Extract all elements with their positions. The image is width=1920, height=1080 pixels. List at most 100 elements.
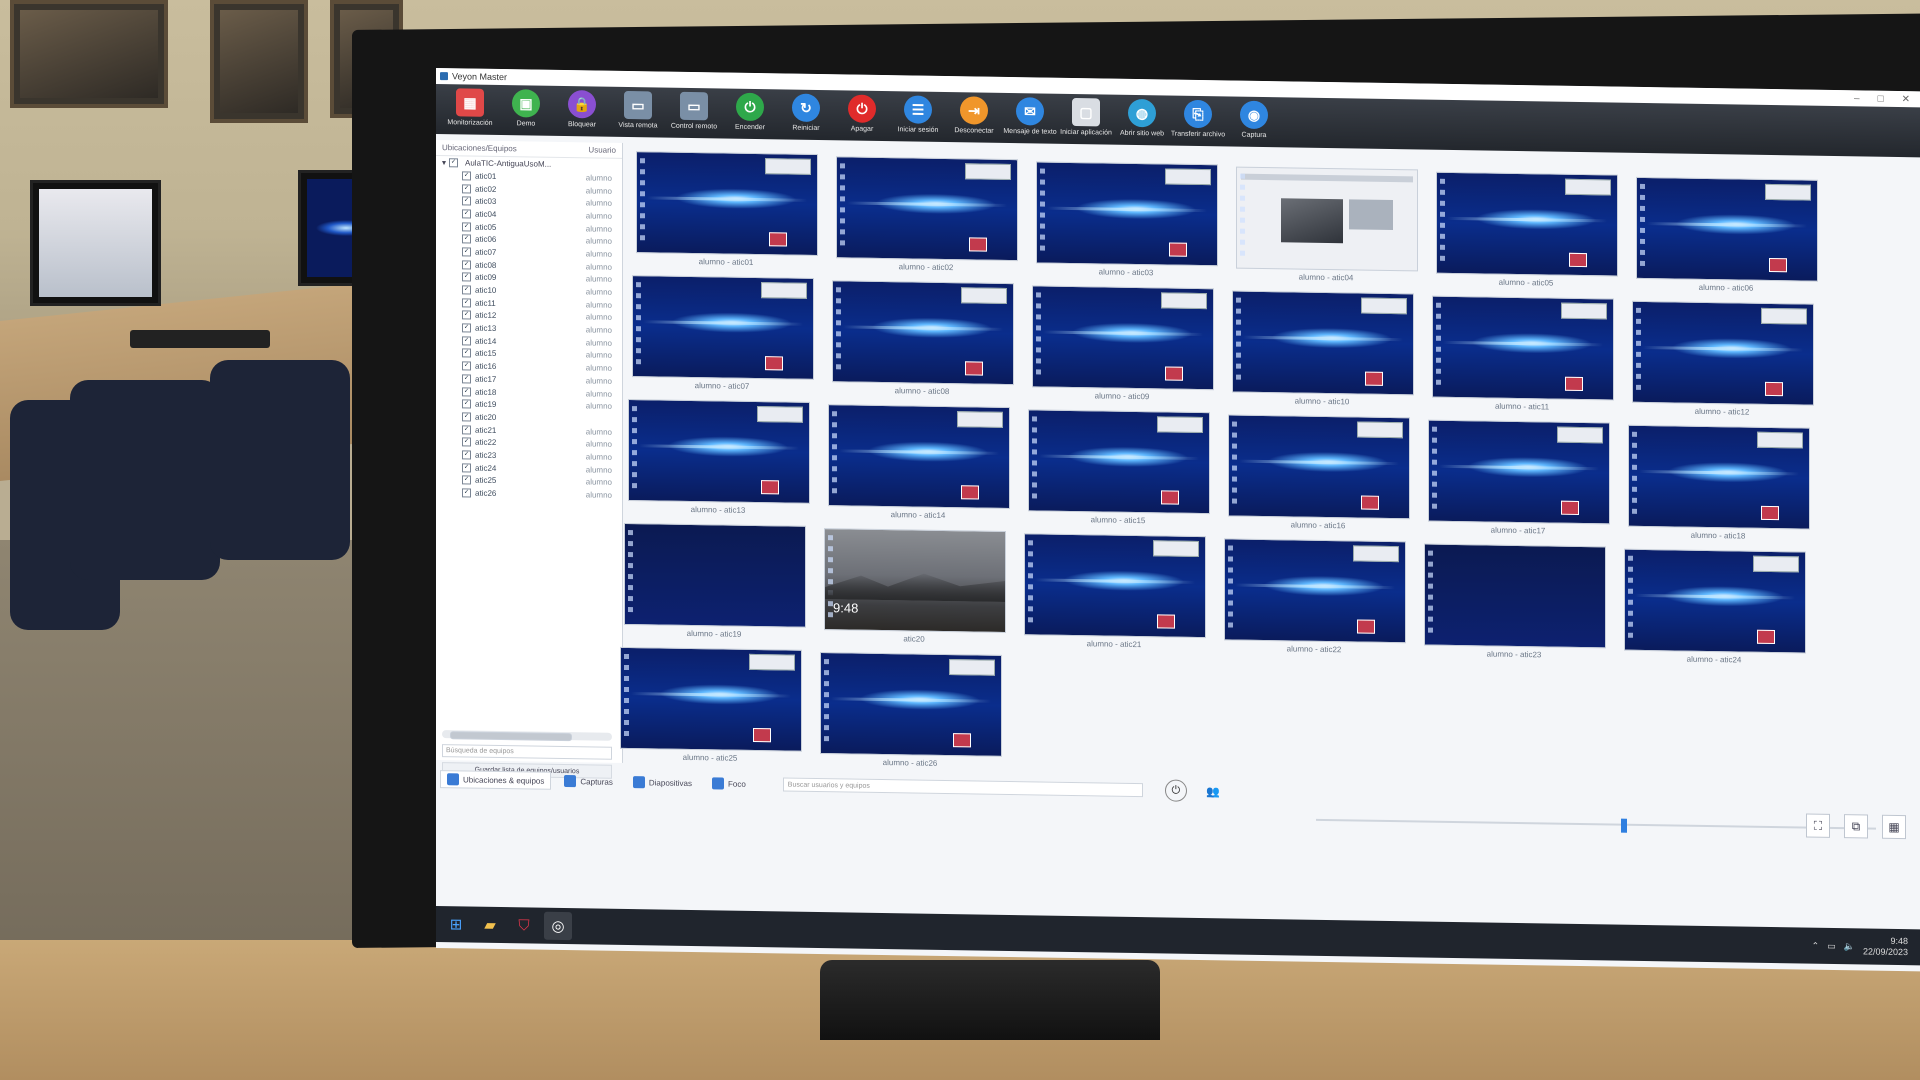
computer-checkbox[interactable]: ✓	[462, 196, 471, 206]
computer-tile[interactable]: alumno - atic12	[1632, 300, 1814, 422]
computer-checkbox[interactable]: ✓	[462, 222, 471, 232]
computer-tile[interactable]: alumno - atic23	[1424, 543, 1606, 665]
computer-tile[interactable]: alumno - atic13	[628, 399, 810, 520]
screen-thumbnail[interactable]	[1032, 285, 1214, 391]
screen-thumbnail[interactable]	[636, 151, 818, 257]
tree-row[interactable]: ✓ atic26 alumno	[436, 486, 622, 502]
veyon-taskbar-icon[interactable]: ◎	[544, 911, 572, 941]
computer-checkbox[interactable]: ✓	[462, 463, 471, 473]
computer-checkbox[interactable]: ✓	[462, 399, 471, 409]
search-input[interactable]: Buscar usuarios y equipos	[782, 777, 1143, 798]
maximize-icon[interactable]: □	[1878, 93, 1884, 104]
computer-checkbox[interactable]: ✓	[462, 412, 471, 422]
screen-thumbnail[interactable]	[628, 399, 810, 504]
toolbar-button-4[interactable]: ▭ Vista remota	[610, 87, 666, 138]
computer-checkbox[interactable]: ✓	[462, 260, 471, 270]
computer-tile[interactable]: alumno - atic16	[1228, 414, 1410, 535]
computer-checkbox[interactable]: ✓	[462, 323, 471, 333]
computer-checkbox[interactable]: ✓	[462, 361, 471, 371]
computer-checkbox[interactable]: ✓	[462, 374, 471, 384]
screen-thumbnail[interactable]	[1432, 295, 1614, 401]
network-icon[interactable]: ▭	[1827, 940, 1836, 951]
bottom-tab-3[interactable]: Diapositivas	[626, 773, 699, 792]
screen-thumbnail[interactable]	[1632, 300, 1814, 406]
grid-view-icon[interactable]: ▦	[1882, 814, 1906, 840]
screen-thumbnail[interactable]	[820, 652, 1002, 757]
horizontal-scrollbar[interactable]	[442, 730, 612, 742]
screen-thumbnail[interactable]	[1024, 533, 1206, 639]
computer-checkbox[interactable]: ✓	[462, 475, 471, 485]
screen-thumbnail[interactable]	[828, 404, 1010, 510]
screen-thumbnail[interactable]	[1436, 171, 1618, 277]
screen-thumbnail[interactable]	[1424, 543, 1606, 649]
screen-thumbnail[interactable]	[632, 275, 814, 380]
toolbar-button-2[interactable]: ▣ Demo	[498, 85, 554, 136]
screen-thumbnail[interactable]	[836, 156, 1018, 262]
screen-thumbnail[interactable]	[1624, 548, 1806, 654]
power-icon[interactable]: ⏻	[1164, 779, 1187, 802]
computer-checkbox[interactable]: ✓	[462, 285, 471, 295]
computer-tile[interactable]: alumno - atic18	[1628, 424, 1810, 546]
toolbar-button-12[interactable]: ▢ Iniciar aplicación	[1058, 94, 1114, 145]
screen-thumbnail[interactable]	[1036, 161, 1218, 267]
toolbar-button-13[interactable]: ◍ Abrir sitio web	[1114, 95, 1170, 146]
chevron-down-icon[interactable]: ▾	[442, 158, 446, 167]
computer-checkbox[interactable]: ✓	[462, 310, 471, 320]
fit-view-icon[interactable]: ⛶	[1806, 813, 1830, 838]
computer-checkbox[interactable]: ✓	[462, 450, 471, 460]
bottom-tab-4[interactable]: Foco	[705, 774, 753, 793]
computer-tile[interactable]: alumno - atic17	[1428, 419, 1610, 541]
computer-tile[interactable]: alumno - atic06	[1636, 176, 1818, 298]
computer-tile[interactable]: alumno - atic01	[636, 151, 818, 272]
close-icon[interactable]: ✕	[1902, 94, 1910, 105]
screen-thumbnail[interactable]	[1428, 419, 1610, 525]
screen-thumbnail[interactable]	[1628, 424, 1810, 530]
computer-checkbox[interactable]: ✓	[462, 209, 471, 219]
screen-thumbnail[interactable]	[624, 522, 806, 628]
screen-thumbnail[interactable]	[1232, 290, 1414, 396]
toolbar-button-8[interactable]: ⏻ Apagar	[834, 90, 890, 141]
screen-thumbnail[interactable]	[620, 646, 802, 752]
computer-tile[interactable]: alumno - atic25	[620, 646, 802, 768]
zoom-slider-thumb[interactable]	[1620, 818, 1627, 833]
toolbar-button-9[interactable]: ☰ Iniciar sesión	[890, 91, 946, 142]
screen-thumbnail[interactable]	[1236, 166, 1418, 272]
users-icon[interactable]: 👥	[1203, 781, 1223, 801]
computer-checkbox[interactable]: ✓	[462, 488, 471, 498]
computer-tile[interactable]: alumno - atic09	[1032, 285, 1214, 406]
computer-tile[interactable]: alumno - atic14	[828, 404, 1010, 525]
auto-arrange-icon[interactable]: ⧉	[1844, 814, 1868, 839]
bottom-tab-2[interactable]: Capturas	[557, 772, 619, 791]
computer-tile[interactable]: alumno - atic05	[1436, 171, 1618, 293]
computer-checkbox[interactable]: ✓	[462, 234, 471, 244]
toolbar-button-1[interactable]: ▦ Monitorización	[442, 84, 498, 135]
screen-thumbnail[interactable]	[1028, 409, 1210, 515]
taskbar-clock[interactable]: 9:48 22/09/2023	[1863, 935, 1908, 958]
computer-tile[interactable]: alumno - atic03	[1036, 161, 1218, 282]
toolbar-button-15[interactable]: ◉ Captura	[1226, 96, 1282, 147]
computer-tile[interactable]: alumno - atic08	[832, 280, 1014, 401]
screen-thumbnail[interactable]	[1228, 414, 1410, 520]
file-explorer-icon[interactable]: ▰	[476, 911, 504, 939]
computer-tile[interactable]: alumno - atic21	[1024, 533, 1206, 654]
root-checkbox[interactable]: ✓	[449, 158, 459, 168]
computer-tile[interactable]: 9:48 atic20	[824, 528, 1006, 649]
chevron-up-icon[interactable]: ⌃	[1812, 940, 1820, 951]
filter-input[interactable]: Búsqueda de equipos	[442, 744, 612, 760]
screen-thumbnail[interactable]	[1224, 538, 1406, 644]
bottom-tab-1[interactable]: Ubicaciones & equipos	[440, 770, 552, 790]
volume-icon[interactable]: 🔈	[1844, 941, 1855, 952]
computer-checkbox[interactable]: ✓	[462, 272, 471, 282]
computer-tile[interactable]: alumno - atic10	[1232, 290, 1414, 412]
toolbar-button-10[interactable]: ⇥ Desconectar	[946, 92, 1002, 143]
computer-tile[interactable]: alumno - atic15	[1028, 409, 1210, 530]
screen-thumbnail[interactable]: 9:48	[824, 528, 1006, 633]
computer-tile[interactable]: alumno - atic19	[624, 522, 806, 644]
computer-tile[interactable]: alumno - atic26	[820, 652, 1002, 773]
toolbar-button-5[interactable]: ▭ Control remoto	[666, 88, 722, 139]
computer-tile[interactable]: alumno - atic24	[1624, 548, 1806, 670]
computer-checkbox[interactable]: ✓	[462, 425, 471, 435]
toolbar-button-14[interactable]: ⎘ Transferir archivo	[1170, 96, 1226, 147]
screen-thumbnail[interactable]	[832, 280, 1014, 386]
computer-tile[interactable]: alumno - atic07	[632, 275, 814, 396]
